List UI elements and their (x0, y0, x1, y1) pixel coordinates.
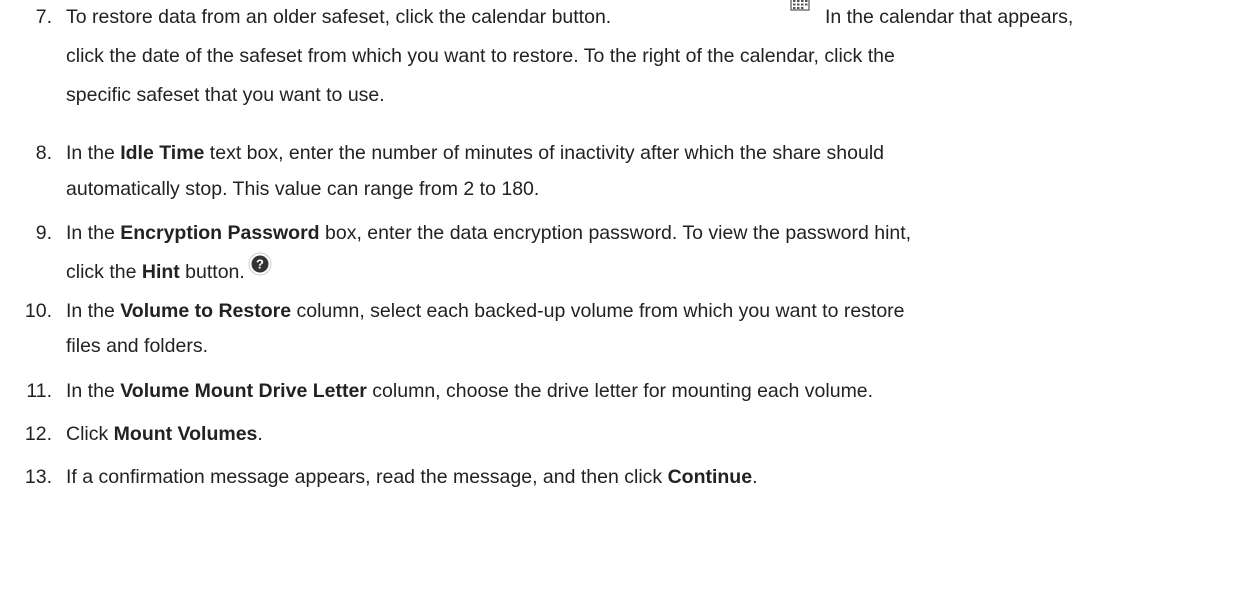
question-circle-icon: ? (248, 252, 272, 276)
step-text: text box, enter the number of minutes of… (204, 142, 884, 164)
step-line: In the Volume Mount Drive Letter column,… (66, 376, 873, 407)
step-text: In the (66, 300, 121, 322)
step-number: 13. (24, 466, 52, 488)
step-text: column, choose the drive letter for moun… (366, 380, 874, 402)
step-line: In the Idle Time text box, enter the num… (66, 138, 884, 169)
ui-term: Idle Time (120, 142, 205, 164)
step-text: box, enter the data encryption password.… (319, 222, 912, 244)
step-text: column, select each backed-up volume fro… (291, 300, 905, 322)
step-text: button. (179, 261, 245, 283)
ui-term: Mount Volumes (113, 423, 258, 445)
step-number: 11. (26, 380, 52, 402)
step-number: 10. (24, 300, 52, 322)
calendar-icon (790, 0, 810, 11)
step-text: To restore data from an older safeset, c… (66, 6, 612, 28)
svg-text:?: ? (256, 257, 264, 272)
step-line: automatically stop. This value can range… (66, 178, 540, 200)
step-number: 12. (24, 423, 52, 445)
step-text: In the (66, 142, 121, 164)
step-line: To restore data from an older safeset, c… (66, 2, 611, 33)
step-number: 8. (35, 142, 52, 164)
step-line: click the date of the safeset from which… (66, 45, 895, 67)
ui-term: Continue (667, 466, 753, 488)
step-line: files and folders. (66, 335, 208, 357)
ui-term: Encryption Password (120, 222, 320, 244)
step-text: . (257, 423, 263, 445)
step-text: In the (66, 380, 121, 402)
ui-term: Hint (141, 261, 180, 283)
step-line: specific safeset that you want to use. (66, 84, 385, 106)
step-text: . (752, 466, 758, 488)
ui-term: Volume Mount Drive Letter (120, 380, 367, 402)
step-line: If a confirmation message appears, read … (66, 462, 757, 493)
step-number: 9. (35, 222, 52, 244)
step-line: Click Mount Volumes. (66, 419, 263, 450)
step-line: In the Encryption Password box, enter th… (66, 218, 911, 249)
step-line: click the Hint button. (66, 257, 245, 288)
step-text: If a confirmation message appears, read … (66, 466, 668, 488)
step-text: Click (66, 423, 114, 445)
step-number: 7. (35, 6, 52, 28)
step-text: In the (66, 222, 121, 244)
step-text: In the calendar that appears, (825, 6, 1074, 28)
step-line: In the Volume to Restore column, select … (66, 296, 905, 327)
step-text: click the (66, 261, 142, 283)
ui-term: Volume to Restore (120, 300, 292, 322)
